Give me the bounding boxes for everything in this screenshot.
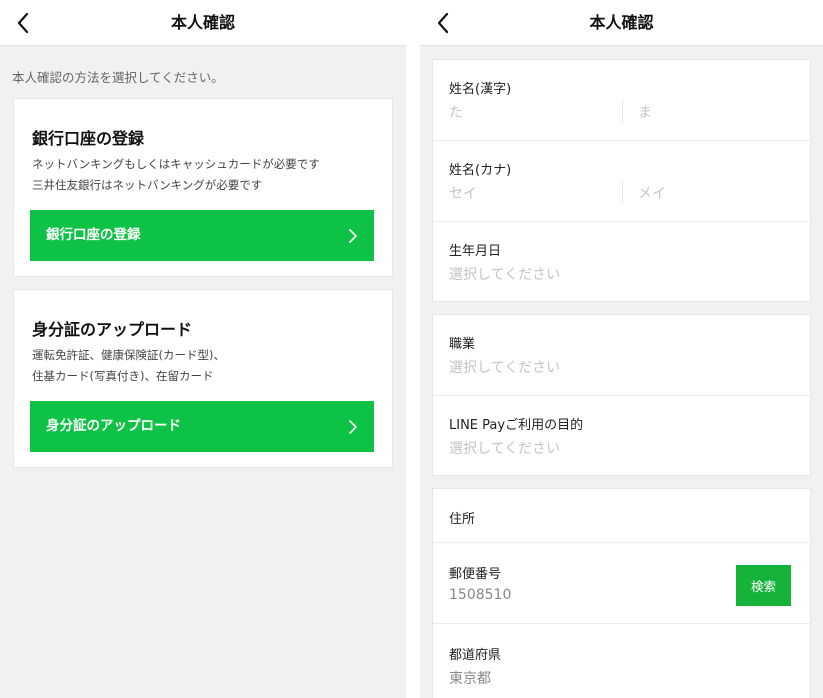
card-description-line: 三井住友銀行はネットバンキングが必要です <box>32 178 263 192</box>
card-description-line: 運転免許証、健康保険証(カード型)、 <box>32 348 225 362</box>
identity-form-screen: 本人確認 姓名(漢字) た ま 姓名(カナ) セイ メイ 生年月日 選択してくだ… <box>420 0 823 698</box>
app-stage: 本人確認 本人確認の方法を選択してください。 銀行口座の登録 ネットバンキングも… <box>0 0 823 698</box>
nav-bar: 本人確認 <box>0 0 406 46</box>
first-name-kana-input[interactable]: メイ <box>638 183 666 203</box>
identity-method-screen: 本人確認 本人確認の方法を選択してください。 銀行口座の登録 ネットバンキングも… <box>0 0 406 698</box>
upload-id-button[interactable]: 身分証のアップロード <box>30 401 374 452</box>
page-title: 本人確認 <box>589 13 654 32</box>
button-label: 銀行口座の登録 <box>46 227 141 243</box>
card-description-line: ネットバンキングもしくはキャッシュカードが必要です <box>32 157 320 171</box>
field-label: 郵便番号 <box>449 567 502 582</box>
birthdate-select[interactable]: 選択してください <box>449 264 560 284</box>
field-label: 職業 <box>449 337 476 352</box>
register-bank-account-button[interactable]: 銀行口座の登録 <box>30 210 374 261</box>
birthdate-row[interactable]: 生年月日 選択してください <box>433 222 810 303</box>
search-button[interactable]: 検索 <box>736 565 791 606</box>
button-label: 身分証のアップロード <box>46 418 181 434</box>
chevron-right-icon <box>349 229 357 243</box>
id-upload-card: 身分証のアップロード 運転免許証、健康保険証(カード型)、 住基カード(写真付き… <box>13 289 393 468</box>
section-header: 住所 <box>449 512 476 527</box>
last-name-kana-input[interactable]: セイ <box>449 183 477 203</box>
prefecture-select[interactable]: 東京都 <box>449 668 491 688</box>
prefecture-row[interactable]: 都道府県 東京都 <box>433 624 810 698</box>
field-label: LINE Payご利用の目的 <box>449 418 584 433</box>
field-divider <box>622 181 623 203</box>
occupation-section: 職業 選択してください LINE Payご利用の目的 選択してください <box>432 314 811 476</box>
occupation-row[interactable]: 職業 選択してください <box>433 315 810 396</box>
field-label: 生年月日 <box>449 244 502 259</box>
last-name-kanji-input[interactable]: た <box>449 102 463 122</box>
address-section: 住所 郵便番号 1508510 検索 都道府県 東京都 <box>432 488 811 698</box>
purpose-row[interactable]: LINE Payご利用の目的 選択してください <box>433 396 810 477</box>
card-title: 身分証のアップロード <box>32 320 193 339</box>
bank-account-card: 銀行口座の登録 ネットバンキングもしくはキャッシュカードが必要です 三井住友銀行… <box>13 98 393 277</box>
name-kanji-row: 姓名(漢字) た ま <box>433 60 810 141</box>
field-label: 都道府県 <box>449 648 502 663</box>
card-title: 銀行口座の登録 <box>32 129 145 148</box>
postal-code-input[interactable]: 1508510 <box>449 587 511 603</box>
card-description-line: 住基カード(写真付き)、在留カード <box>32 369 214 383</box>
field-label: 姓名(カナ) <box>449 163 512 178</box>
purpose-select[interactable]: 選択してください <box>449 438 560 458</box>
field-divider <box>622 100 623 122</box>
nav-bar: 本人確認 <box>420 0 823 46</box>
first-name-kanji-input[interactable]: ま <box>638 102 652 122</box>
field-label: 姓名(漢字) <box>449 82 512 97</box>
page-title: 本人確認 <box>170 13 235 32</box>
name-kana-row: 姓名(カナ) セイ メイ <box>433 141 810 222</box>
personal-info-section: 姓名(漢字) た ま 姓名(カナ) セイ メイ 生年月日 選択してください <box>432 59 811 302</box>
postal-code-row: 郵便番号 1508510 検索 <box>433 543 810 624</box>
chevron-right-icon <box>349 420 357 434</box>
address-header-row: 住所 <box>433 489 810 543</box>
intro-text: 本人確認の方法を選択してください。 <box>12 70 224 85</box>
occupation-select[interactable]: 選択してください <box>449 357 560 377</box>
